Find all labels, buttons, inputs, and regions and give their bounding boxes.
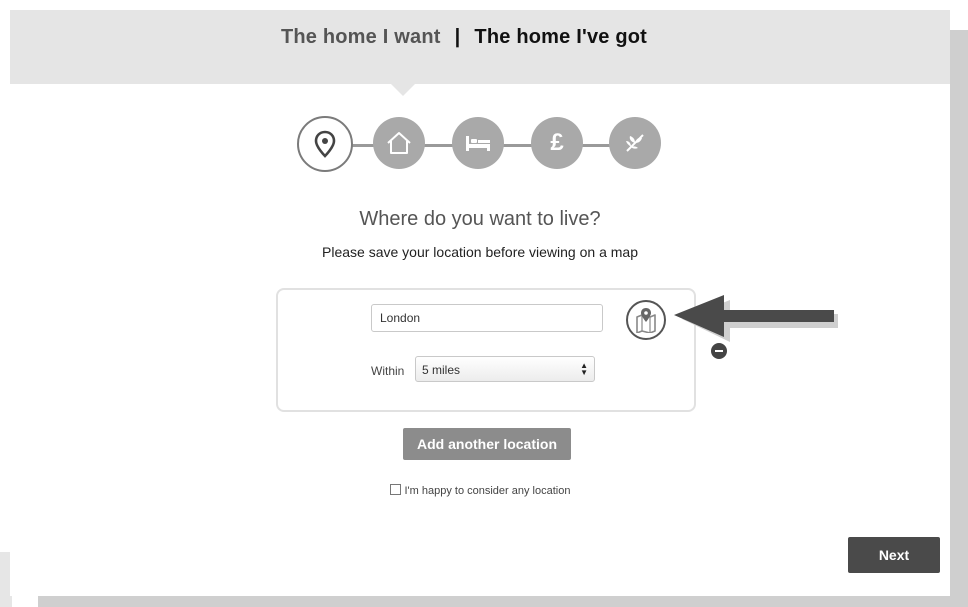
view-on-map-button[interactable] xyxy=(626,300,666,340)
step-bedrooms[interactable] xyxy=(452,117,504,169)
header-tabs: The home I want | The home I've got xyxy=(10,26,950,49)
step-home-type[interactable] xyxy=(373,117,425,169)
location-step-panel: The home I want | The home I've got £ Wh… xyxy=(10,10,950,596)
radius-select-value: 5 miles xyxy=(422,363,461,377)
instruction-text: Please save your location before viewing… xyxy=(322,244,638,260)
any-location-option: I'm happy to consider any location xyxy=(10,484,950,497)
radius-select[interactable]: 5 miles ▲ ▼ xyxy=(415,356,595,382)
map-pin-icon xyxy=(636,308,656,333)
pound-icon: £ xyxy=(550,129,564,156)
location-input[interactable] xyxy=(371,304,603,332)
step-location[interactable] xyxy=(297,116,353,172)
step-area[interactable] xyxy=(609,117,661,169)
callout-arrow-icon xyxy=(674,295,838,342)
header-active-notch xyxy=(391,84,415,96)
tab-home-ive-got[interactable]: The home I've got xyxy=(474,26,647,48)
page-shadow-bottom xyxy=(38,596,968,607)
tab-home-i-want[interactable]: The home I want xyxy=(281,26,441,48)
bed-icon xyxy=(466,136,490,151)
add-another-location-button[interactable]: Add another location xyxy=(403,428,571,460)
step-price[interactable]: £ xyxy=(531,117,583,169)
page-shadow-right xyxy=(950,30,968,607)
any-location-checkbox[interactable] xyxy=(389,484,401,495)
any-location-label[interactable]: I'm happy to consider any location xyxy=(405,485,571,497)
page-title: Where do you want to live? xyxy=(359,208,601,230)
location-pin-icon xyxy=(314,130,336,158)
tab-separator: | xyxy=(454,26,461,48)
leaf-icon xyxy=(626,134,644,152)
next-button[interactable]: Next xyxy=(848,537,940,573)
progress-steps: £ xyxy=(297,116,662,173)
select-arrows-icon: ▲ ▼ xyxy=(580,361,588,377)
house-icon xyxy=(387,132,411,154)
within-label: Within xyxy=(371,364,405,378)
